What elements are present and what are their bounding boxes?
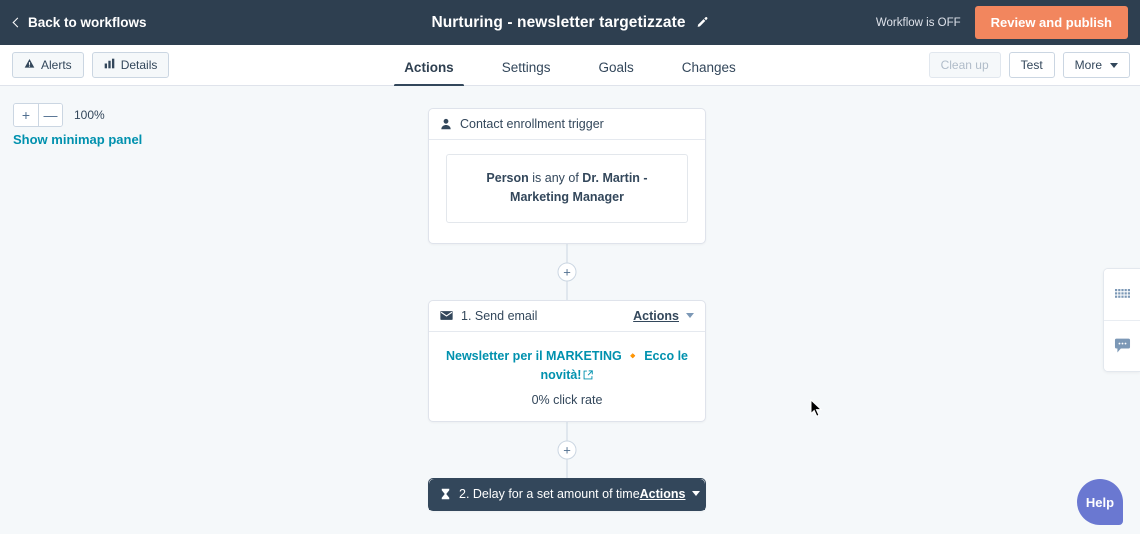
- page-title: Nurturing - newsletter targetizzate: [431, 13, 686, 31]
- send-email-actions-menu[interactable]: Actions: [633, 309, 694, 323]
- hourglass-icon: [440, 488, 451, 500]
- trigger-node-body: Person is any of Dr. Martin - Marketing …: [429, 140, 705, 243]
- chevron-down-icon: [1110, 62, 1118, 68]
- add-step-button-2[interactable]: +: [557, 440, 577, 459]
- chat-bubble-icon[interactable]: [1104, 320, 1140, 371]
- trigger-filter-property: Person: [486, 171, 529, 185]
- tab-changes[interactable]: Changes: [658, 60, 760, 86]
- zoom-controls: + — 100%: [13, 103, 105, 127]
- help-button[interactable]: Help: [1077, 479, 1123, 525]
- external-link-icon[interactable]: [583, 367, 594, 386]
- mouse-cursor: [810, 398, 823, 423]
- send-email-node-title: 1. Send email: [461, 308, 538, 323]
- tab-actions[interactable]: Actions: [380, 60, 478, 87]
- tab-goals[interactable]: Goals: [574, 60, 657, 86]
- envelope-icon: [440, 310, 453, 321]
- clean-up-button[interactable]: Clean up: [928, 52, 1001, 78]
- chevron-left-icon: [12, 17, 23, 27]
- email-click-rate: 0% click rate: [531, 392, 603, 407]
- zoom-out-button[interactable]: —: [38, 104, 62, 126]
- subnav-right-group: Clean up Test More: [928, 52, 1130, 78]
- show-minimap-panel-link[interactable]: Show minimap panel: [13, 132, 142, 147]
- zoom-level-label: 100%: [74, 108, 105, 122]
- more-label: More: [1074, 58, 1102, 72]
- delay-actions-menu[interactable]: Actions: [640, 487, 701, 501]
- delay-actions-label: Actions: [639, 486, 686, 501]
- tab-settings[interactable]: Settings: [478, 60, 575, 86]
- send-email-node-header: 1. Send email Actions: [429, 300, 705, 332]
- connector-trigger-to-email: +: [428, 244, 706, 300]
- workflow-flow: Contact enrollment trigger Person is any…: [428, 108, 706, 511]
- email-subject-text: Newsletter per il MARKETING 🔸 Ecco le no…: [445, 348, 688, 383]
- delay-step-node[interactable]: 2. Delay for a set amount of time Action…: [428, 477, 706, 511]
- test-button[interactable]: Test: [1008, 52, 1055, 78]
- top-header-bar: Back to workflows Nurturing - newsletter…: [0, 0, 1140, 45]
- trigger-node-title: Contact enrollment trigger: [460, 117, 604, 131]
- workflow-editor-app: Back to workflows Nurturing - newsletter…: [0, 0, 1140, 534]
- delay-node-title: 2. Delay for a set amount of time: [459, 486, 640, 501]
- trigger-filter-operator: is any of: [528, 171, 583, 185]
- connector-email-to-delay: +: [428, 422, 706, 478]
- send-email-step-node[interactable]: 1. Send email Actions Newsletter per il …: [428, 299, 706, 422]
- chevron-down-icon: [686, 313, 694, 319]
- chevron-down-icon: [692, 491, 701, 496]
- add-step-button-1[interactable]: +: [557, 262, 577, 282]
- send-email-node-body: Newsletter per il MARKETING 🔸 Ecco le no…: [429, 332, 705, 421]
- contact-person-icon: [440, 118, 452, 130]
- grid-dots-icon[interactable]: [1104, 269, 1140, 320]
- pencil-icon[interactable]: [695, 16, 709, 30]
- sub-navigation-bar: Alerts Details Actions Settings Goals Ch…: [0, 45, 1140, 87]
- zoom-in-button[interactable]: +: [14, 104, 38, 126]
- trigger-node-header: Contact enrollment trigger: [429, 109, 705, 140]
- trigger-filter-criteria[interactable]: Person is any of Dr. Martin - Marketing …: [446, 154, 688, 223]
- email-subject-line[interactable]: Newsletter per il MARKETING 🔸 Ecco le no…: [445, 347, 689, 387]
- review-and-publish-button[interactable]: Review and publish: [974, 6, 1128, 39]
- send-email-actions-label: Actions: [633, 308, 679, 323]
- more-button[interactable]: More: [1062, 52, 1130, 78]
- zoom-button-group: + —: [13, 103, 63, 127]
- header-actions: Workflow is OFF Review and publish: [876, 0, 1128, 45]
- delay-node-header: 2. Delay for a set amount of time Action…: [429, 478, 705, 510]
- contact-enrollment-trigger-node[interactable]: Contact enrollment trigger Person is any…: [428, 108, 706, 244]
- canvas-right-rail: [1103, 268, 1140, 372]
- back-to-workflows-label: Back to workflows: [28, 15, 147, 30]
- back-to-workflows-link[interactable]: Back to workflows: [12, 15, 147, 30]
- workflow-status-text: Workflow is OFF: [875, 16, 961, 29]
- workflow-canvas: + — 100% Show minimap panel Contact enro…: [0, 86, 1140, 534]
